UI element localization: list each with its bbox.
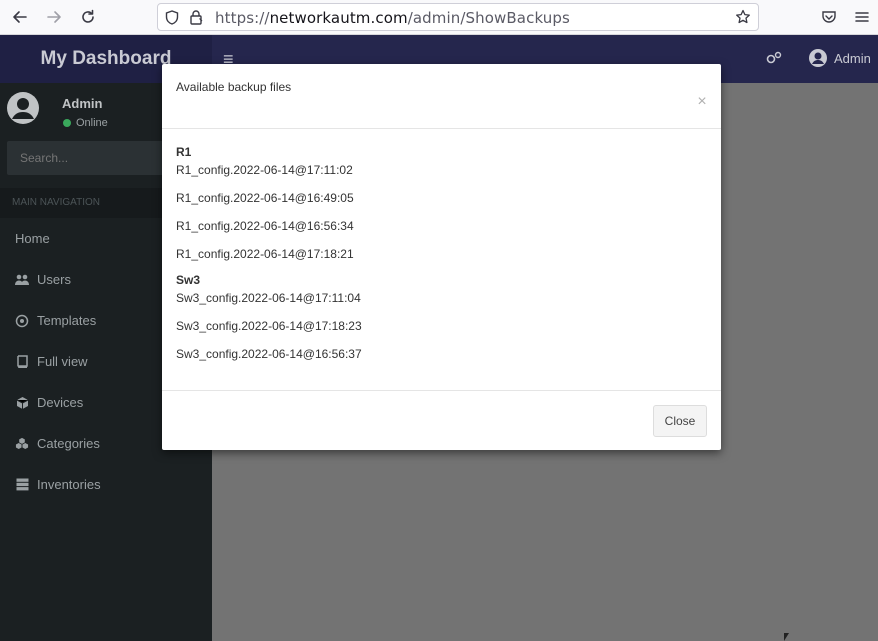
forward-icon bbox=[47, 11, 61, 23]
sidebar-item-label: Inventories bbox=[37, 477, 101, 492]
device-group-label: Sw3 bbox=[176, 273, 201, 287]
sidebar-item-label: Devices bbox=[37, 395, 84, 410]
sidebar-item-label: Users bbox=[37, 272, 71, 287]
avatar bbox=[7, 92, 39, 124]
reload-button[interactable] bbox=[76, 6, 100, 28]
backup-group-r1: R1 R1_config.2022-06-14@17:11:02 R1_conf… bbox=[176, 144, 706, 272]
backup-files-modal: Available backup files × R1 R1_config.20… bbox=[162, 64, 721, 450]
sidebar-item-label: Full view bbox=[37, 354, 88, 369]
sidebar-item-label: Home bbox=[15, 231, 50, 246]
pocket-button[interactable] bbox=[817, 6, 841, 28]
control-sidebar-button[interactable] bbox=[766, 51, 782, 70]
backup-group-sw3: Sw3 Sw3_config.2022-06-14@17:11:04 Sw3_c… bbox=[176, 272, 706, 372]
modal-title: Available backup files bbox=[176, 80, 292, 94]
online-status-icon bbox=[63, 119, 71, 127]
back-button[interactable] bbox=[8, 6, 32, 28]
sidebar-item-inventories[interactable]: Inventories bbox=[0, 464, 212, 505]
url-scheme: https:// bbox=[215, 9, 270, 27]
cubes-icon bbox=[15, 437, 29, 451]
sidebar-search bbox=[7, 141, 177, 175]
sidebar-item-label: Categories bbox=[37, 436, 100, 451]
cube-icon bbox=[15, 396, 29, 410]
reload-icon bbox=[82, 9, 94, 23]
backup-file-link[interactable]: R1_config.2022-06-14@16:56:34 bbox=[176, 216, 706, 244]
server-icon bbox=[15, 478, 29, 492]
shield-icon[interactable] bbox=[165, 10, 179, 25]
app-menu-button[interactable] bbox=[850, 6, 874, 28]
user-menu[interactable]: Admin bbox=[808, 48, 871, 68]
device-group-label: R1 bbox=[176, 145, 192, 159]
backup-file-link[interactable]: R1_config.2022-06-14@17:11:02 bbox=[176, 160, 706, 188]
user-status-label: Online bbox=[76, 117, 108, 129]
backup-file-link[interactable]: Sw3_config.2022-06-14@17:18:23 bbox=[176, 316, 706, 344]
pocket-icon bbox=[822, 11, 836, 23]
url-text[interactable]: https://networkautm.com/admin/ShowBackup… bbox=[215, 9, 570, 27]
back-icon bbox=[13, 11, 27, 23]
menu-icon bbox=[855, 12, 869, 22]
sidebar-search-input[interactable] bbox=[7, 141, 177, 175]
modal-body: R1 R1_config.2022-06-14@17:11:02 R1_conf… bbox=[176, 144, 706, 372]
book-icon bbox=[15, 355, 29, 369]
modal-header: Available backup files × bbox=[162, 64, 721, 129]
user-status: Online bbox=[63, 117, 108, 129]
backup-file-link[interactable]: R1_config.2022-06-14@17:18:21 bbox=[176, 244, 706, 272]
backup-file-link[interactable]: Sw3_config.2022-06-14@17:11:04 bbox=[176, 288, 706, 316]
mouse-cursor-icon bbox=[784, 633, 789, 641]
close-button[interactable]: Close bbox=[653, 405, 707, 437]
browser-toolbar: https://networkautm.com/admin/ShowBackup… bbox=[0, 0, 878, 35]
user-menu-label: Admin bbox=[834, 50, 871, 66]
backup-file-link[interactable]: R1_config.2022-06-14@16:49:05 bbox=[176, 188, 706, 216]
url-path: /admin/ShowBackups bbox=[407, 9, 570, 27]
url-bar[interactable]: https://networkautm.com/admin/ShowBackup… bbox=[157, 3, 759, 31]
sidebar-user-name: Admin bbox=[62, 96, 103, 111]
users-icon bbox=[15, 273, 29, 287]
url-host: networkautm.com bbox=[269, 9, 408, 27]
modal-close-icon[interactable]: × bbox=[695, 94, 709, 110]
lock-icon[interactable] bbox=[189, 9, 203, 25]
star-icon[interactable] bbox=[735, 9, 751, 25]
user-circle-icon bbox=[809, 49, 827, 67]
backup-file-link[interactable]: Sw3_config.2022-06-14@16:56:37 bbox=[176, 344, 706, 372]
sidebar-item-label: Templates bbox=[37, 313, 97, 328]
modal-footer: Close bbox=[162, 390, 721, 450]
templates-icon bbox=[15, 314, 29, 328]
forward-button[interactable] bbox=[42, 6, 66, 28]
gears-icon bbox=[766, 51, 782, 64]
